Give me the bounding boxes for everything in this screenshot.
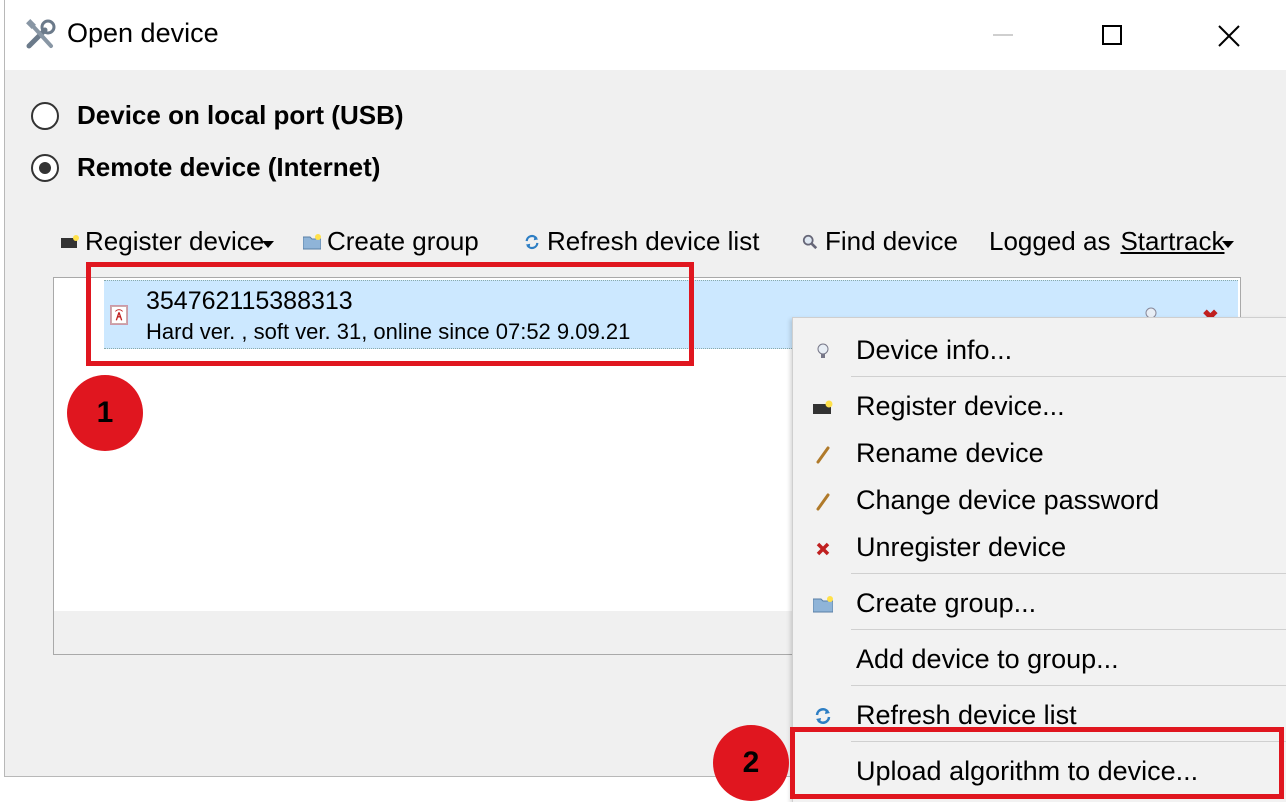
radio-usb-label[interactable]: Device on local port (USB) bbox=[77, 100, 404, 131]
menu-item-label[interactable]: Device info... bbox=[856, 335, 1012, 366]
menu-item-rename-device[interactable]: Rename device bbox=[793, 432, 1286, 476]
refresh-icon bbox=[525, 234, 539, 249]
radio-remote-label[interactable]: Remote device (Internet) bbox=[77, 152, 380, 183]
radio-usb[interactable]: Device on local port (USB) bbox=[31, 100, 404, 131]
refresh-device-list-label[interactable]: Refresh device list bbox=[547, 226, 759, 257]
menu-item-label[interactable]: Create group... bbox=[856, 588, 1036, 619]
register-device-icon bbox=[61, 234, 79, 248]
maximize-icon[interactable] bbox=[1095, 18, 1135, 52]
find-device-button[interactable]: Find device bbox=[801, 226, 958, 257]
create-group-label[interactable]: Create group bbox=[327, 226, 479, 257]
menu-item-label[interactable]: Add device to group... bbox=[856, 644, 1119, 675]
register-device-icon bbox=[813, 400, 833, 414]
register-device-label[interactable]: Register device bbox=[85, 226, 264, 257]
title-bar: Open device bbox=[5, 0, 1286, 70]
step-badge-1: 1 bbox=[67, 375, 143, 451]
menu-item-change-password[interactable]: Change device password bbox=[793, 479, 1286, 523]
bulb-icon bbox=[817, 343, 829, 358]
close-icon[interactable] bbox=[1211, 18, 1251, 52]
folder-icon bbox=[813, 596, 833, 613]
menu-item-label[interactable]: Register device... bbox=[856, 391, 1065, 422]
menu-separator bbox=[851, 376, 1286, 377]
radio-usb-circle[interactable] bbox=[31, 101, 59, 130]
pencil-icon bbox=[816, 493, 830, 511]
window-title: Open device bbox=[67, 18, 219, 48]
chevron-down-icon[interactable] bbox=[1222, 241, 1235, 248]
menu-item-add-to-group[interactable]: Add device to group... bbox=[793, 638, 1286, 682]
menu-separator bbox=[851, 685, 1286, 686]
refresh-device-list-button[interactable]: Refresh device list bbox=[523, 226, 759, 257]
chevron-down-icon[interactable] bbox=[262, 241, 275, 248]
tools-icon bbox=[26, 19, 56, 49]
menu-item-unregister-device[interactable]: Unregister device bbox=[793, 526, 1286, 570]
menu-item-register-device[interactable]: Register device... bbox=[793, 385, 1286, 429]
refresh-icon bbox=[815, 708, 831, 724]
find-device-label[interactable]: Find device bbox=[825, 226, 958, 257]
logged-as: Logged as Startrack bbox=[989, 226, 1235, 257]
highlight-box-device bbox=[86, 262, 694, 366]
user-menu-link[interactable]: Startrack bbox=[1120, 226, 1224, 257]
logged-as-label: Logged as bbox=[989, 226, 1111, 256]
minimize-icon[interactable] bbox=[989, 18, 1029, 52]
highlight-box-upload bbox=[790, 727, 1284, 799]
menu-item-device-info[interactable]: Device info... bbox=[793, 329, 1286, 373]
pencil-icon bbox=[816, 446, 830, 464]
menu-item-create-group[interactable]: Create group... bbox=[793, 582, 1286, 626]
folder-icon bbox=[303, 233, 321, 249]
menu-item-label[interactable]: Rename device bbox=[856, 438, 1044, 469]
menu-item-label[interactable]: Unregister device bbox=[856, 532, 1066, 563]
x-icon bbox=[816, 542, 830, 556]
register-device-button[interactable]: Register device bbox=[61, 226, 275, 257]
menu-item-label[interactable]: Change device password bbox=[856, 485, 1159, 516]
search-icon bbox=[802, 234, 818, 249]
radio-remote-circle[interactable] bbox=[31, 153, 59, 182]
menu-separator bbox=[851, 629, 1286, 630]
radio-remote[interactable]: Remote device (Internet) bbox=[31, 152, 380, 183]
step-badge-2: 2 bbox=[713, 725, 789, 801]
menu-separator bbox=[851, 573, 1286, 574]
create-group-button[interactable]: Create group bbox=[303, 226, 479, 257]
